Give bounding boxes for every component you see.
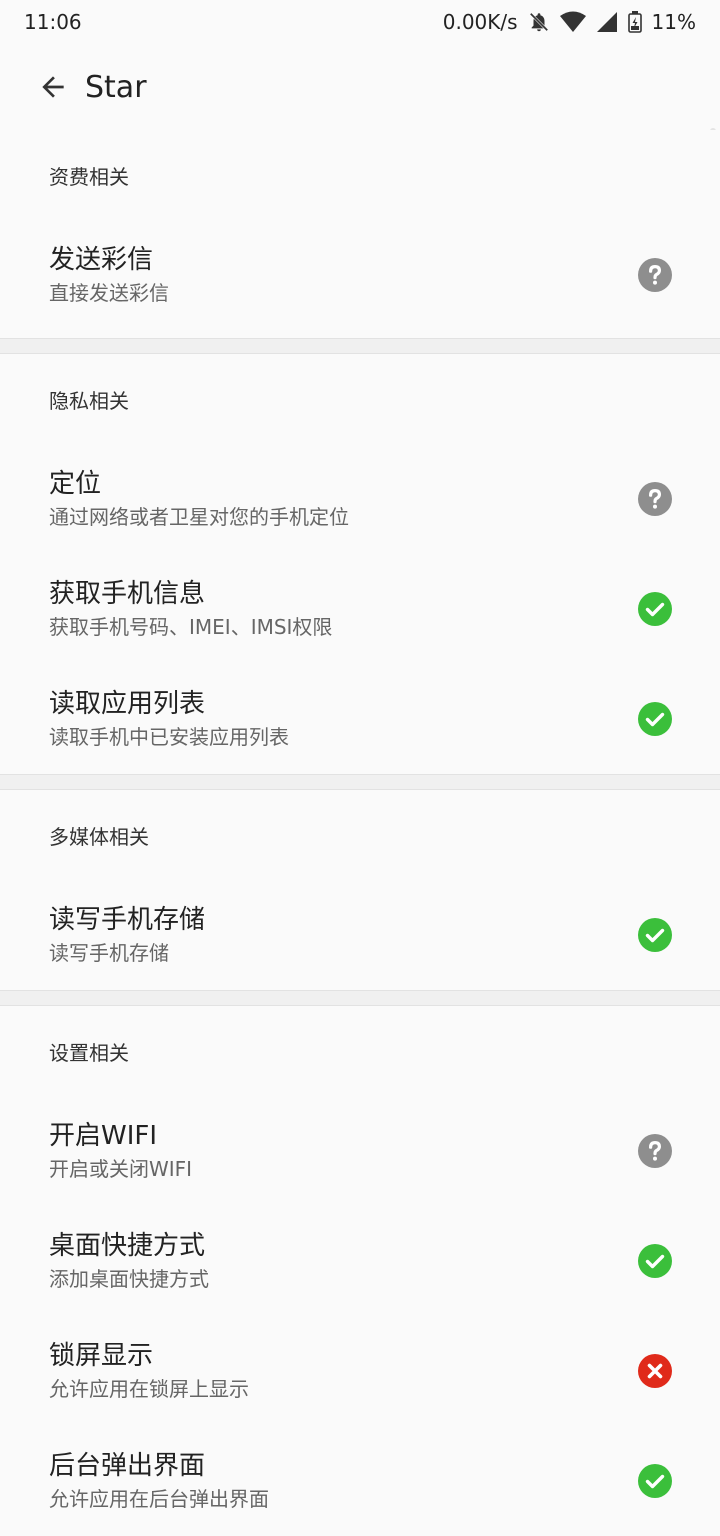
question-icon[interactable]: [638, 258, 672, 292]
permission-title: 桌面快捷方式: [49, 1231, 206, 1261]
permission-subtitle: 开启或关闭WIFI: [49, 1157, 193, 1181]
permission-row[interactable]: 发送彩信 直接发送彩信: [0, 220, 720, 330]
check-icon[interactable]: [638, 702, 672, 736]
section-title: 资费相关: [49, 164, 129, 189]
permission-subtitle: 允许应用在锁屏上显示: [49, 1377, 249, 1401]
status-right: 0.00K/s 11%: [443, 10, 696, 34]
question-icon[interactable]: [638, 482, 672, 516]
section-divider: [0, 338, 720, 354]
arrow-left-icon: [42, 76, 64, 98]
section-fees: 资费相关 发送彩信 直接发送彩信: [0, 130, 720, 338]
cell-signal-icon: [596, 12, 617, 32]
question-icon[interactable]: [638, 1134, 672, 1168]
wifi-icon: [559, 11, 586, 32]
section-title: 隐私相关: [49, 388, 129, 413]
permission-row[interactable]: 桌面快捷方式 添加桌面快捷方式: [0, 1206, 720, 1316]
permission-row[interactable]: 锁屏显示 允许应用在锁屏上显示: [0, 1316, 720, 1426]
status-time: 11:06: [24, 10, 82, 34]
permission-title: 锁屏显示: [49, 1341, 154, 1371]
permission-title: 读写手机存储: [49, 905, 206, 935]
section-multimedia: 多媒体相关 读写手机存储 读写手机存储: [0, 790, 720, 990]
back-button[interactable]: [25, 59, 81, 115]
permission-subtitle: 添加桌面快捷方式: [49, 1267, 209, 1291]
permission-subtitle: 通过网络或者卫星对您的手机定位: [49, 505, 349, 529]
battery-level: 11%: [651, 10, 696, 34]
section-privacy: 隐私相关 定位 通过网络或者卫星对您的手机定位 获取手机信息 获取手机号码、IM…: [0, 354, 720, 774]
permission-title: 后台弹出界面: [49, 1451, 206, 1481]
permission-subtitle: 读取手机中已安装应用列表: [49, 725, 289, 749]
permission-row[interactable]: 读写手机存储 读写手机存储: [0, 880, 720, 990]
section-settings: 设置相关 开启WIFI 开启或关闭WIFI 桌面快捷方式 添加桌面快捷方式 锁屏…: [0, 1006, 720, 1536]
bell-off-icon: [529, 12, 548, 32]
section-title: 多媒体相关: [49, 824, 149, 849]
permission-list: 资费相关 发送彩信 直接发送彩信 隐私相关 定位 通过网络或者卫星对您的手机定位…: [0, 130, 720, 1536]
battery-icon: [627, 11, 642, 33]
permission-row[interactable]: 获取手机信息 获取手机号码、IMEI、IMSI权限: [0, 554, 720, 664]
app-bar: Star: [0, 44, 720, 130]
close-icon[interactable]: [638, 1354, 672, 1388]
permission-row[interactable]: 定位 通过网络或者卫星对您的手机定位: [0, 444, 720, 554]
check-icon[interactable]: [638, 592, 672, 626]
check-icon[interactable]: [638, 1244, 672, 1278]
permission-title: 获取手机信息: [49, 579, 206, 609]
permission-row[interactable]: 开启WIFI 开启或关闭WIFI: [0, 1096, 720, 1206]
check-icon[interactable]: [638, 1464, 672, 1498]
permission-title: 读取应用列表: [49, 689, 206, 719]
section-divider: [0, 774, 720, 790]
section-divider: [0, 990, 720, 1006]
permission-subtitle: 读写手机存储: [49, 941, 169, 965]
net-speed: 0.00K/s: [442, 10, 518, 34]
permission-title: 开启WIFI: [49, 1121, 157, 1151]
section-title: 设置相关: [49, 1040, 129, 1065]
permission-subtitle: 允许应用在后台弹出界面: [49, 1487, 269, 1511]
page-title: Star: [85, 69, 147, 105]
check-icon[interactable]: [638, 918, 672, 952]
permission-title: 定位: [49, 469, 102, 499]
status-bar: 11:06 0.00K/s 11%: [0, 0, 720, 44]
permission-subtitle: 直接发送彩信: [49, 281, 169, 305]
permission-row[interactable]: 读取应用列表 读取手机中已安装应用列表: [0, 664, 720, 774]
permission-row[interactable]: 后台弹出界面 允许应用在后台弹出界面: [0, 1426, 720, 1536]
permission-title: 发送彩信: [49, 245, 154, 275]
permission-subtitle: 获取手机号码、IMEI、IMSI权限: [49, 615, 333, 639]
